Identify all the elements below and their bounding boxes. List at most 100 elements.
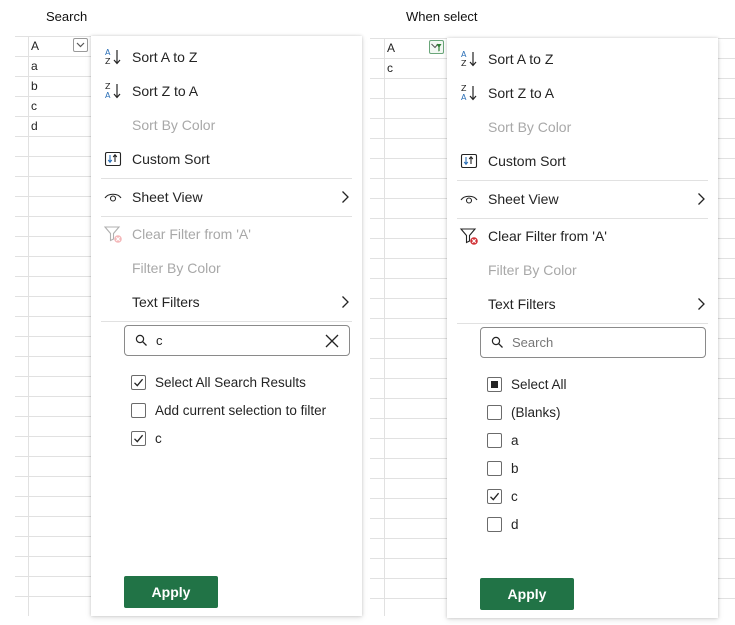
svg-text:A: A: [461, 50, 467, 59]
apply-button[interactable]: Apply: [480, 578, 574, 610]
svg-text:Z: Z: [461, 59, 467, 68]
filter-by-color: Filter By Color: [447, 253, 718, 287]
chevron-right-icon: [698, 298, 705, 310]
svg-text:A: A: [105, 91, 111, 100]
sort-by-color: Sort By Color: [447, 110, 718, 144]
custom-sort-icon: [104, 151, 122, 167]
option-label: d: [511, 516, 519, 532]
filter-by-color-label: Filter By Color: [132, 260, 221, 276]
filter-active-button[interactable]: [429, 40, 444, 54]
sort-descending-icon: Z A: [105, 82, 121, 100]
sort-az-label: Sort A to Z: [488, 51, 554, 67]
text-filters[interactable]: Text Filters: [91, 285, 362, 319]
custom-sort-label: Custom Sort: [132, 151, 210, 167]
sort-a-to-z[interactable]: A Z Sort A to Z: [447, 42, 718, 76]
chevron-down-icon: [76, 42, 85, 48]
checkbox[interactable]: [131, 374, 146, 390]
sheet-view-label: Sheet View: [488, 191, 559, 207]
menu-separator: [101, 178, 352, 179]
sort-by-color: Sort By Color: [91, 108, 362, 142]
chevron-right-icon: [698, 193, 705, 205]
clear-filter: Clear Filter from 'A': [91, 217, 362, 251]
option-label: (Blanks): [511, 404, 561, 420]
chevron-right-icon: [342, 296, 349, 308]
option-c[interactable]: c: [131, 424, 362, 452]
checkbox[interactable]: [487, 488, 502, 504]
sort-by-color-label: Sort By Color: [132, 117, 216, 133]
option-add-current-selection[interactable]: Add current selection to filter: [131, 396, 362, 424]
checkmark-icon: [134, 434, 144, 443]
option-label: Select All: [511, 376, 567, 392]
text-filters-label: Text Filters: [132, 294, 200, 310]
sort-az-label: Sort A to Z: [132, 49, 198, 65]
option-label: b: [511, 460, 519, 476]
custom-sort[interactable]: Custom Sort: [447, 144, 718, 178]
checkbox[interactable]: [487, 516, 502, 532]
checkmark-icon: [134, 378, 144, 387]
clear-search-icon[interactable]: [323, 332, 341, 350]
indeterminate-mark: [491, 380, 498, 388]
checkbox[interactable]: [487, 460, 502, 476]
left-caption: Search: [46, 9, 88, 24]
search-value: c: [156, 333, 163, 348]
filter-active-icon: [431, 43, 442, 51]
checkbox[interactable]: [131, 430, 146, 446]
clear-filter-label: Clear Filter from 'A': [488, 228, 607, 244]
svg-text:Z: Z: [461, 84, 467, 93]
cell-a[interactable]: a: [31, 59, 38, 73]
column-header-cell[interactable]: A: [387, 41, 395, 55]
clear-filter[interactable]: Clear Filter from 'A': [447, 219, 718, 253]
menu-separator: [457, 323, 708, 324]
option-select-all[interactable]: Select All: [487, 370, 718, 398]
sort-za-label: Sort Z to A: [488, 85, 555, 101]
checkbox[interactable]: [487, 376, 502, 392]
checkmark-icon: [490, 492, 500, 501]
custom-sort[interactable]: Custom Sort: [91, 142, 362, 176]
left-sheet-grid: A a b c d: [15, 36, 95, 616]
clear-filter-icon: [459, 228, 478, 245]
text-filters-label: Text Filters: [488, 296, 556, 312]
search-input[interactable]: Search: [480, 327, 706, 358]
search-placeholder: Search: [512, 335, 554, 350]
checkbox[interactable]: [131, 402, 146, 418]
option-label: Add current selection to filter: [155, 402, 327, 418]
search-icon: [135, 334, 147, 346]
sheet-view[interactable]: Sheet View: [447, 182, 718, 216]
sort-z-to-a[interactable]: Z A Sort Z to A: [447, 76, 718, 110]
option-select-all-search-results[interactable]: Select All Search Results: [131, 368, 362, 396]
sort-by-color-label: Sort By Color: [488, 119, 572, 135]
clear-filter-label: Clear Filter from 'A': [132, 226, 251, 242]
search-icon: [491, 336, 503, 348]
menu-separator: [101, 321, 352, 322]
sort-a-to-z[interactable]: A Z Sort A to Z: [91, 40, 362, 74]
checkbox[interactable]: [487, 404, 502, 420]
option-d[interactable]: d: [487, 510, 718, 538]
cell-b[interactable]: b: [31, 79, 38, 93]
checkbox[interactable]: [487, 432, 502, 448]
column-header-cell[interactable]: A: [31, 39, 39, 53]
text-filters[interactable]: Text Filters: [447, 287, 718, 321]
search-input[interactable]: c: [124, 325, 350, 356]
option-blanks[interactable]: (Blanks): [487, 398, 718, 426]
option-c[interactable]: c: [487, 482, 718, 510]
sheet-view[interactable]: Sheet View: [91, 180, 362, 214]
option-a[interactable]: a: [487, 426, 718, 454]
svg-text:A: A: [461, 93, 467, 102]
cell-c[interactable]: c: [31, 99, 37, 113]
eye-icon: [460, 195, 478, 204]
menu-separator: [457, 180, 708, 181]
sort-z-to-a[interactable]: Z A Sort Z to A: [91, 74, 362, 108]
apply-button[interactable]: Apply: [124, 576, 218, 608]
option-label: c: [155, 430, 162, 446]
svg-text:A: A: [105, 48, 111, 57]
sort-za-label: Sort Z to A: [132, 83, 199, 99]
custom-sort-icon: [460, 153, 478, 169]
option-b[interactable]: b: [487, 454, 718, 482]
sheet-view-label: Sheet View: [132, 189, 203, 205]
sort-ascending-icon: A Z: [461, 50, 477, 68]
chevron-right-icon: [342, 191, 349, 203]
clear-filter-icon: [103, 226, 122, 243]
filter-dropdown-button[interactable]: [73, 38, 88, 52]
cell-c[interactable]: c: [387, 61, 393, 75]
cell-d[interactable]: d: [31, 119, 38, 133]
